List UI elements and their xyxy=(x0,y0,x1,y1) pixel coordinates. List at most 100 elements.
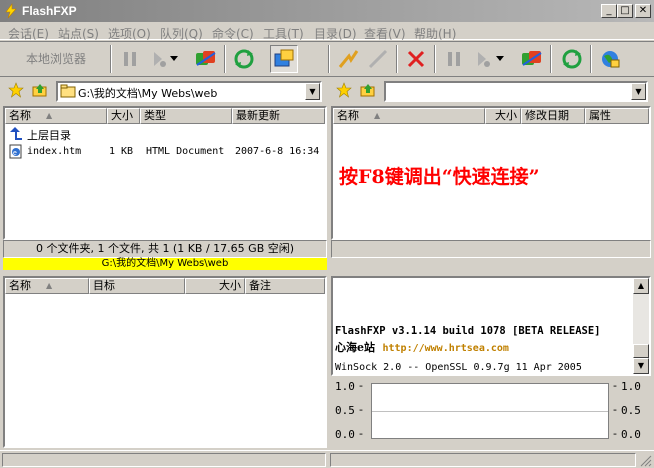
column-modified[interactable]: 修改日期 xyxy=(521,108,585,124)
column-modified[interactable]: 最新更新 xyxy=(232,108,325,124)
favorite-star-icon[interactable] xyxy=(8,82,24,101)
menu-options[interactable]: 选项(O) xyxy=(108,25,151,42)
graph-midline xyxy=(372,411,608,412)
local-browser-toggle-icon[interactable] xyxy=(270,45,298,73)
menu-queue[interactable]: 队列(Q) xyxy=(160,25,203,42)
remote-path-combo[interactable]: ▼ xyxy=(384,81,648,102)
status-pane-left xyxy=(2,453,326,467)
transfer-dropdown-icon[interactable] xyxy=(494,45,506,73)
chevron-down-icon[interactable]: ▼ xyxy=(305,83,320,100)
scroll-down-icon[interactable]: ▼ xyxy=(633,358,649,374)
toolbar-separator xyxy=(328,45,330,73)
menu-directory[interactable]: 目录(D) xyxy=(314,25,357,42)
toolbar-separator xyxy=(590,45,592,73)
scroll-up-icon[interactable]: ▲ xyxy=(633,278,649,294)
remote-file-list[interactable]: 名称 ▲ 大小 修改日期 属性 按F8键调出“快速连接” xyxy=(331,106,651,240)
abort-icon[interactable] xyxy=(402,45,430,73)
queue-list[interactable]: 名称 ▲ 目标 大小 备注 xyxy=(3,276,327,448)
local-browser-button[interactable]: 本地浏览器 xyxy=(8,49,104,69)
parent-folder-icon[interactable] xyxy=(32,82,48,101)
up-directory-icon xyxy=(10,127,22,140)
remote-status-bar xyxy=(331,240,651,258)
log-scrollbar[interactable]: ▲ ▼ xyxy=(633,278,649,374)
column-size[interactable]: 大小 xyxy=(185,278,245,294)
folder-icon xyxy=(60,84,76,98)
log-version-line: FlashFXP v3.1.14 build 1078 [BETA RELEAS… xyxy=(335,325,601,337)
scroll-thumb[interactable] xyxy=(633,344,649,358)
status-pane-right xyxy=(330,453,636,467)
column-size[interactable]: 大小 xyxy=(107,108,140,124)
column-target[interactable]: 目标 xyxy=(89,278,185,294)
remote-path-row: ▼ xyxy=(330,78,654,104)
toolbar-separator xyxy=(550,45,552,73)
graph-tick-left: 0.5 xyxy=(335,404,355,417)
compare-icon[interactable] xyxy=(192,45,220,73)
close-button[interactable]: ✕ xyxy=(635,4,651,18)
log-site-line: 心海e站 http://www.hrtsea.com xyxy=(335,339,509,355)
parent-folder-icon[interactable] xyxy=(360,82,376,101)
item-date: 2007-6-8 16:34 xyxy=(235,146,320,157)
toolbar-separator xyxy=(110,45,112,73)
local-path-row: G:\我的文档\My Webs\web ▼ xyxy=(0,78,327,104)
column-attributes[interactable]: 属性 xyxy=(585,108,649,124)
toolbar-separator xyxy=(434,45,436,73)
menu-view[interactable]: 查看(V) xyxy=(364,25,406,42)
pause-icon[interactable] xyxy=(440,45,468,73)
html-file-icon: e xyxy=(9,144,22,159)
menu-tools[interactable]: 工具(T) xyxy=(263,25,304,42)
column-notes[interactable]: 备注 xyxy=(245,278,325,294)
disconnect-disabled-icon[interactable] xyxy=(364,45,392,73)
menu-session[interactable]: 会话(E) xyxy=(8,25,49,42)
item-type: HTML Document xyxy=(146,146,225,157)
column-name[interactable]: 名称 ▲ xyxy=(333,108,485,124)
toolbar-separator xyxy=(396,45,398,73)
resize-grip-icon[interactable] xyxy=(640,455,652,467)
maximize-button[interactable]: □ xyxy=(617,4,633,18)
toolbar-separator xyxy=(224,45,226,73)
column-name[interactable]: 名称 ▲ xyxy=(5,278,89,294)
column-type[interactable]: 类型 xyxy=(140,108,232,124)
local-status-bar: 0 个文件夹, 1 个文件, 共 1 (1 KB / 17.65 GB 空闲) xyxy=(3,240,327,258)
column-size[interactable]: 大小 xyxy=(485,108,521,124)
item-name: index.htm xyxy=(27,146,82,157)
graph-tick-left: 1.0 xyxy=(335,380,355,393)
log-panel[interactable]: FlashFXP v3.1.14 build 1078 [BETA RELEAS… xyxy=(331,276,651,376)
menu-help[interactable]: 帮助(H) xyxy=(414,25,456,42)
list-item[interactable]: 上层目录 xyxy=(9,126,309,142)
annotation-text: 按F8键调出“快速连接” xyxy=(339,166,540,188)
favorite-star-icon[interactable] xyxy=(336,82,352,101)
transfer-graph: 1.0 0.5 0.0 - - - - - - 1.0 0.5 0.0 xyxy=(335,379,641,441)
local-path-text: G:\我的文档\My Webs\web xyxy=(78,87,218,100)
refresh-icon[interactable] xyxy=(558,45,586,73)
minimize-button[interactable]: _ xyxy=(601,4,617,18)
connect-icon[interactable] xyxy=(334,45,362,73)
item-name: 上层目录 xyxy=(27,129,71,142)
graph-tick-left: 0.0 xyxy=(335,428,355,441)
refresh-icon[interactable] xyxy=(230,45,258,73)
site-manager-globe-icon[interactable] xyxy=(596,45,624,73)
bottom-status-bar xyxy=(0,450,654,468)
graph-tick-right: 0.0 xyxy=(621,428,641,441)
column-name[interactable]: 名称 ▲ xyxy=(5,108,107,124)
local-path-status: G:\我的文档\My Webs\web xyxy=(3,258,327,270)
list-item[interactable]: e index.htm 1 KB HTML Document 2007-6-8 … xyxy=(9,144,327,160)
menu-commands[interactable]: 命令(C) xyxy=(212,25,254,42)
transfer-dropdown-icon[interactable] xyxy=(168,45,180,73)
title-bar: FlashFXP _ □ ✕ xyxy=(0,0,654,22)
local-path-combo[interactable]: G:\我的文档\My Webs\web ▼ xyxy=(56,81,322,102)
log-winsock-line: WinSock 2.0 -- OpenSSL 0.9.7g 11 Apr 200… xyxy=(335,362,582,373)
pause-icon[interactable] xyxy=(116,45,144,73)
log-site-url[interactable]: http://www.hrtsea.com xyxy=(383,343,509,354)
graph-tick-right: 0.5 xyxy=(621,404,641,417)
item-size: 1 KB xyxy=(109,146,134,157)
svg-text:e: e xyxy=(13,150,17,157)
chevron-down-icon[interactable]: ▼ xyxy=(631,83,646,100)
remote-path-status xyxy=(331,258,651,270)
toolbar: 本地浏览器 xyxy=(0,41,654,77)
menu-bar: 会话(E) 站点(S) 选项(O) 队列(Q) 命令(C) 工具(T) 目录(D… xyxy=(0,22,654,42)
flashfxp-app-icon xyxy=(5,3,17,19)
compare-icon[interactable] xyxy=(518,45,546,73)
menu-sites[interactable]: 站点(S) xyxy=(58,25,99,42)
graph-plot-area xyxy=(371,383,609,439)
local-file-list[interactable]: 名称 ▲ 大小 类型 最新更新 上层目录 e index.htm 1 KB HTM… xyxy=(3,106,327,240)
